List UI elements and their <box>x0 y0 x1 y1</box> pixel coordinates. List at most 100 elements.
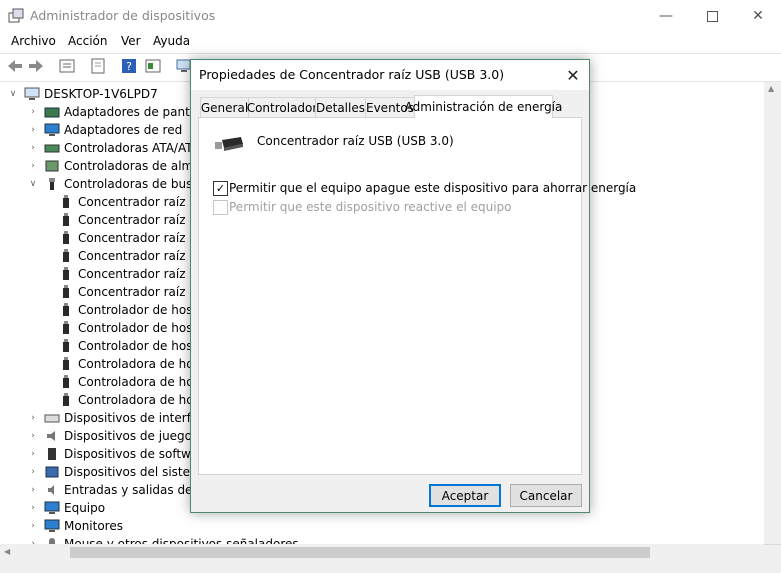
scroll-left-icon[interactable]: ◀ <box>4 547 10 556</box>
tree-category[interactable]: › Adaptadores de pantalla <box>28 103 211 121</box>
update-driver-icon[interactable] <box>89 58 107 74</box>
expand-chevron-icon[interactable]: › <box>28 143 38 153</box>
menu-ver[interactable]: Ver <box>121 34 141 48</box>
tree-root[interactable]: ∨ DESKTOP-1V6LPD7 <box>8 85 158 103</box>
tree-device-label: Controlador de host <box>78 303 198 317</box>
computer-icon <box>44 501 60 514</box>
tab-general[interactable]: General <box>200 97 249 117</box>
computer-icon <box>24 87 40 100</box>
tree-category-label: Controladoras de bus se <box>64 177 210 191</box>
tree-category-label: Monitores <box>64 519 123 533</box>
tree-device[interactable]: Controlador de host <box>58 319 197 337</box>
tree-category[interactable]: › Dispositivos de interfaz <box>28 409 204 427</box>
horizontal-scrollbar[interactable]: ◀ <box>0 544 764 561</box>
monitor-icon <box>44 519 60 532</box>
vertical-scrollbar[interactable]: ▲ <box>764 82 781 544</box>
tree-category[interactable]: › Mouse y otros dispositivos señaladores <box>28 535 299 544</box>
usb-icon <box>63 321 69 334</box>
tree-device[interactable]: Concentrador raíz U <box>58 211 198 229</box>
close-icon: ✕ <box>752 8 764 24</box>
scroll-up-icon[interactable]: ▲ <box>768 84 774 93</box>
allow-power-off-checkbox[interactable]: ✓ <box>213 181 228 196</box>
menu-archivo[interactable]: Archivo <box>11 34 56 48</box>
collapse-chevron-icon[interactable]: ∨ <box>28 179 38 189</box>
allow-power-off-label[interactable]: Permitir que el equipo apague este dispo… <box>229 181 636 195</box>
tree-device-label: Concentrador raíz U <box>78 267 199 281</box>
software-device-icon <box>48 448 56 460</box>
ata-controller-icon <box>44 144 60 153</box>
device-manager-icon <box>8 8 24 23</box>
tree-device-label: Controlador de host <box>78 339 198 353</box>
tree-category[interactable]: › Dispositivos del sistema <box>28 463 209 481</box>
tab-administracion-energia[interactable]: Administración de energía <box>405 95 562 118</box>
tree-device[interactable]: Controladora de hos <box>58 373 200 391</box>
audio-io-icon <box>48 485 54 495</box>
tree-device-label: Concentrador raíz U <box>78 213 199 227</box>
forward-icon[interactable] <box>27 58 45 74</box>
checkmark-icon: ✓ <box>215 182 226 195</box>
usb-icon <box>63 339 69 352</box>
help-icon[interactable]: ? <box>120 58 138 74</box>
dialog-close-button[interactable]: ✕ <box>557 60 589 90</box>
network-adapter-icon <box>44 123 60 136</box>
tree-category-label: Dispositivos de software <box>64 447 211 461</box>
tree-category[interactable]: › Controladoras de almac <box>28 157 207 175</box>
minimize-button[interactable]: — <box>643 0 689 32</box>
usb-controller-icon <box>49 178 55 190</box>
tree-category[interactable]: › Monitores <box>28 517 123 535</box>
back-icon[interactable] <box>6 58 24 74</box>
expand-chevron-icon[interactable]: › <box>28 161 38 171</box>
expand-chevron-icon[interactable]: › <box>28 107 38 117</box>
tree-category-label: Controladoras de almac <box>64 159 208 173</box>
cancel-button[interactable]: Cancelar <box>510 484 582 507</box>
collapse-chevron-icon[interactable]: ∨ <box>8 89 18 99</box>
properties-icon[interactable] <box>58 58 76 74</box>
tree-device[interactable]: Concentrador raíz U <box>58 265 198 283</box>
expand-chevron-icon[interactable]: › <box>28 431 38 441</box>
tree-category[interactable]: › Controladoras ATA/ATA <box>28 139 200 157</box>
tree-category[interactable]: › Equipo <box>28 499 105 517</box>
close-button[interactable]: ✕ <box>735 0 781 32</box>
tree-device[interactable]: Concentrador raíz U <box>58 283 198 301</box>
expand-chevron-icon[interactable]: › <box>28 485 38 495</box>
menu-ayuda[interactable]: Ayuda <box>153 34 190 48</box>
tab-detalles[interactable]: Detalles <box>315 97 366 117</box>
tree-category-label: Dispositivos del sistema <box>64 465 210 479</box>
expand-chevron-icon[interactable]: › <box>28 467 38 477</box>
tree-category[interactable]: › Adaptadores de red <box>28 121 182 139</box>
storage-controller-icon <box>45 160 59 172</box>
usb-icon <box>63 303 69 316</box>
tree-category[interactable]: ∨ Controladoras de bus se <box>28 175 210 193</box>
accept-button[interactable]: Aceptar <box>429 484 501 507</box>
tab-panel <box>198 117 582 475</box>
usb-icon <box>63 357 69 370</box>
properties-dialog: Propiedades de Concentrador raíz USB (US… <box>190 59 636 513</box>
tree-device-label: Concentrador raíz U <box>78 231 199 245</box>
menu-accion[interactable]: Acción <box>68 34 107 48</box>
tree-category[interactable]: › Dispositivos de software <box>28 445 210 463</box>
menu-bar <box>0 32 781 52</box>
tree-device[interactable]: Controlador de host <box>58 337 197 355</box>
tree-device[interactable]: Concentrador raíz U <box>58 247 198 265</box>
scroll-thumb[interactable] <box>70 547 650 558</box>
tree-device[interactable]: Concentrador raíz U <box>58 229 198 247</box>
tree-device[interactable]: Controlador de host <box>58 301 197 319</box>
tree-device[interactable]: Controladora de hos <box>58 355 200 373</box>
tree-device-label: Controlador de host <box>78 321 198 335</box>
tree-category[interactable]: › Dispositivos de juego, so <box>28 427 213 445</box>
dialog-title: Propiedades de Concentrador raíz USB (US… <box>199 67 505 82</box>
tab-controlador[interactable]: Controlador <box>247 97 317 117</box>
usb-icon <box>63 231 69 244</box>
expand-chevron-icon[interactable]: › <box>28 503 38 513</box>
expand-chevron-icon[interactable]: › <box>28 413 38 423</box>
expand-chevron-icon[interactable]: › <box>28 449 38 459</box>
tree-category[interactable]: › Entradas y salidas de au <box>28 481 211 499</box>
expand-chevron-icon[interactable]: › <box>28 521 38 531</box>
view-icon[interactable] <box>144 58 162 74</box>
maximize-button[interactable] <box>689 0 735 32</box>
tree-device[interactable]: Controladora de hos <box>58 391 200 409</box>
tree-device[interactable]: Concentrador raíz U <box>58 193 198 211</box>
mouse-icon <box>49 538 55 544</box>
expand-chevron-icon[interactable]: › <box>28 125 38 135</box>
tree-root-label: DESKTOP-1V6LPD7 <box>44 87 158 101</box>
